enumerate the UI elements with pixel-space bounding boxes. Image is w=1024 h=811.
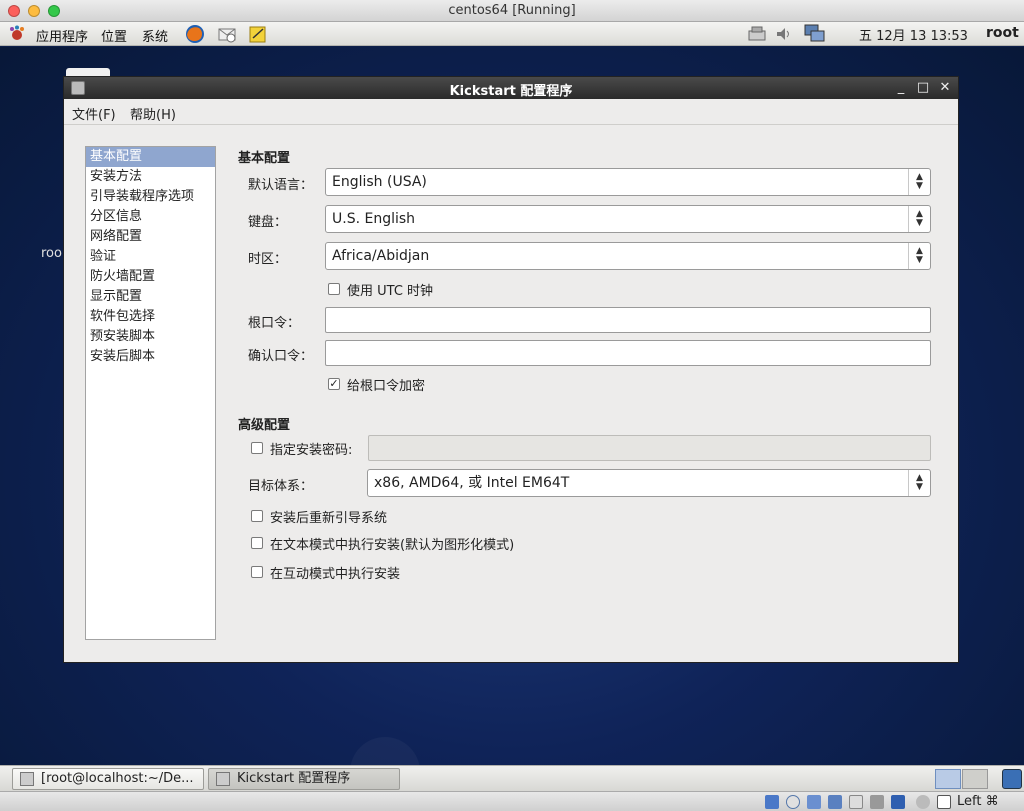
basic-section-title: 基本配置 (238, 151, 291, 166)
sidebar-item-install-method[interactable]: 安装方法 (86, 167, 215, 187)
keyboard-label: 键盘： (248, 215, 288, 230)
kickstart-icon (216, 772, 230, 786)
arch-label: 目标体系： (248, 479, 314, 494)
timezone-label: 时区： (248, 252, 288, 267)
harddisk-icon[interactable] (765, 795, 779, 809)
language-select[interactable]: English (USA) ▲ ▼ (325, 168, 931, 196)
optical-disk-icon[interactable] (786, 795, 800, 809)
bottom-taskbar: [root@localhost:~/De... Kickstart 配置程序 (0, 765, 1024, 791)
sidebar-item-bootloader[interactable]: 引导装载程序选项 (86, 187, 215, 207)
mouse-integration-icon[interactable] (916, 795, 930, 809)
sidebar-item-post-script[interactable]: 安装后脚本 (86, 347, 215, 367)
timezone-value: Africa/Abidjan (332, 248, 430, 264)
trash-icon[interactable] (1002, 769, 1022, 789)
root-password-label: 根口令： (248, 316, 301, 331)
timezone-select[interactable]: Africa/Abidjan ▲ ▼ (325, 242, 931, 270)
network-status-icon[interactable] (870, 795, 884, 809)
utc-label[interactable]: 使用 UTC 时钟 (347, 280, 433, 299)
vrde-icon[interactable] (891, 795, 905, 809)
close-icon[interactable]: ✕ (937, 79, 953, 96)
menu-help[interactable]: 帮助(H) (130, 104, 176, 123)
confirm-password-label: 确认口令： (248, 349, 314, 364)
firefox-icon[interactable] (184, 23, 206, 45)
display-icon[interactable] (804, 23, 826, 45)
shared-folder-icon[interactable] (828, 795, 842, 809)
sidebar-item-firewall[interactable]: 防火墙配置 (86, 267, 215, 287)
install-key-checkbox[interactable] (251, 442, 263, 454)
language-label: 默认语言： (248, 178, 314, 193)
menubar: 文件(F) 帮助(H) (64, 99, 958, 125)
reboot-label[interactable]: 安装后重新引导系统 (270, 507, 387, 526)
select-arrows-icon: ▲ ▼ (908, 470, 930, 496)
terminal-icon (20, 772, 34, 786)
menu-places[interactable]: 位置 (101, 26, 127, 45)
menu-applications[interactable]: 应用程序 (36, 26, 88, 45)
select-arrows-icon: ▲ ▼ (908, 206, 930, 232)
arch-value: x86, AMD64, 或 Intel EM64T (374, 475, 570, 491)
confirm-password-input[interactable] (325, 340, 931, 366)
text-mode-label[interactable]: 在文本模式中执行安装(默认为图形化模式) (270, 534, 514, 553)
host-key-label: Left ⌘ (957, 794, 999, 809)
workspace-1[interactable] (935, 769, 961, 789)
install-key-input[interactable] (368, 435, 931, 461)
task-terminal-label: [root@localhost:~/De... (41, 771, 194, 786)
sidebar-item-packages[interactable]: 软件包选择 (86, 307, 215, 327)
display-status-icon[interactable] (849, 795, 863, 809)
kickstart-window: Kickstart 配置程序 _ □ ✕ 文件(F) 帮助(H) 基本配置 安装… (63, 76, 959, 663)
root-password-input[interactable] (325, 307, 931, 333)
keyboard-select[interactable]: U.S. English ▲ ▼ (325, 205, 931, 233)
window-titlebar[interactable]: Kickstart 配置程序 _ □ ✕ (64, 77, 958, 99)
encrypt-checkbox[interactable]: ✓ (328, 378, 340, 390)
sidebar-item-partition[interactable]: 分区信息 (86, 207, 215, 227)
menu-file[interactable]: 文件(F) (72, 104, 116, 123)
select-arrows-icon: ▲ ▼ (908, 169, 930, 195)
interactive-label[interactable]: 在互动模式中执行安装 (270, 563, 400, 582)
arch-select[interactable]: x86, AMD64, 或 Intel EM64T ▲ ▼ (367, 469, 931, 497)
workspace-2[interactable] (962, 769, 988, 789)
desktop-icon-label[interactable]: roo (41, 246, 62, 261)
interactive-checkbox[interactable] (251, 566, 263, 578)
menu-system[interactable]: 系统 (142, 26, 168, 45)
sidebar-item-basic[interactable]: 基本配置 (86, 147, 215, 167)
task-kickstart-label: Kickstart 配置程序 (237, 771, 351, 786)
keyboard-value: U.S. English (332, 211, 416, 227)
keyboard-capture-icon[interactable] (937, 795, 951, 809)
select-arrows-icon: ▲ ▼ (908, 243, 930, 269)
volume-icon[interactable] (773, 23, 795, 45)
reboot-checkbox[interactable] (251, 510, 263, 522)
text-mode-checkbox[interactable] (251, 537, 263, 549)
advanced-section-title: 高级配置 (238, 418, 291, 433)
clock[interactable]: 五 12月 13 13:53 (859, 25, 968, 44)
top-panel: 应用程序 位置 系统 五 12月 13 13:53 root (0, 22, 1024, 46)
user-menu[interactable]: root (986, 25, 1019, 41)
sidebar-item-auth[interactable]: 验证 (86, 247, 215, 267)
gnome-foot-icon (6, 23, 28, 45)
utc-checkbox[interactable] (328, 283, 340, 295)
network-icon[interactable] (746, 23, 768, 45)
sidebar-item-display[interactable]: 显示配置 (86, 287, 215, 307)
host-window-title: centos64 [Running] (448, 3, 576, 18)
category-list: 基本配置 安装方法 引导装载程序选项 分区信息 网络配置 验证 防火墙配置 显示… (85, 146, 216, 640)
maximize-icon[interactable]: □ (915, 79, 931, 96)
encrypt-label[interactable]: 给根口令加密 (347, 375, 425, 394)
usb-icon[interactable] (807, 795, 821, 809)
minimize-icon[interactable]: _ (893, 79, 909, 96)
task-kickstart[interactable]: Kickstart 配置程序 (208, 768, 400, 790)
mail-icon[interactable] (216, 23, 238, 45)
install-key-label[interactable]: 指定安装密码: (270, 439, 352, 458)
host-titlebar: centos64 [Running] (0, 0, 1024, 22)
task-terminal[interactable]: [root@localhost:~/De... (12, 768, 204, 790)
notes-icon[interactable] (247, 23, 269, 45)
window-title: Kickstart 配置程序 (449, 84, 573, 99)
language-value: English (USA) (332, 174, 427, 190)
vbox-statusbar: Left ⌘ (0, 791, 1024, 811)
sidebar-item-pre-script[interactable]: 预安装脚本 (86, 327, 215, 347)
sidebar-item-network[interactable]: 网络配置 (86, 227, 215, 247)
